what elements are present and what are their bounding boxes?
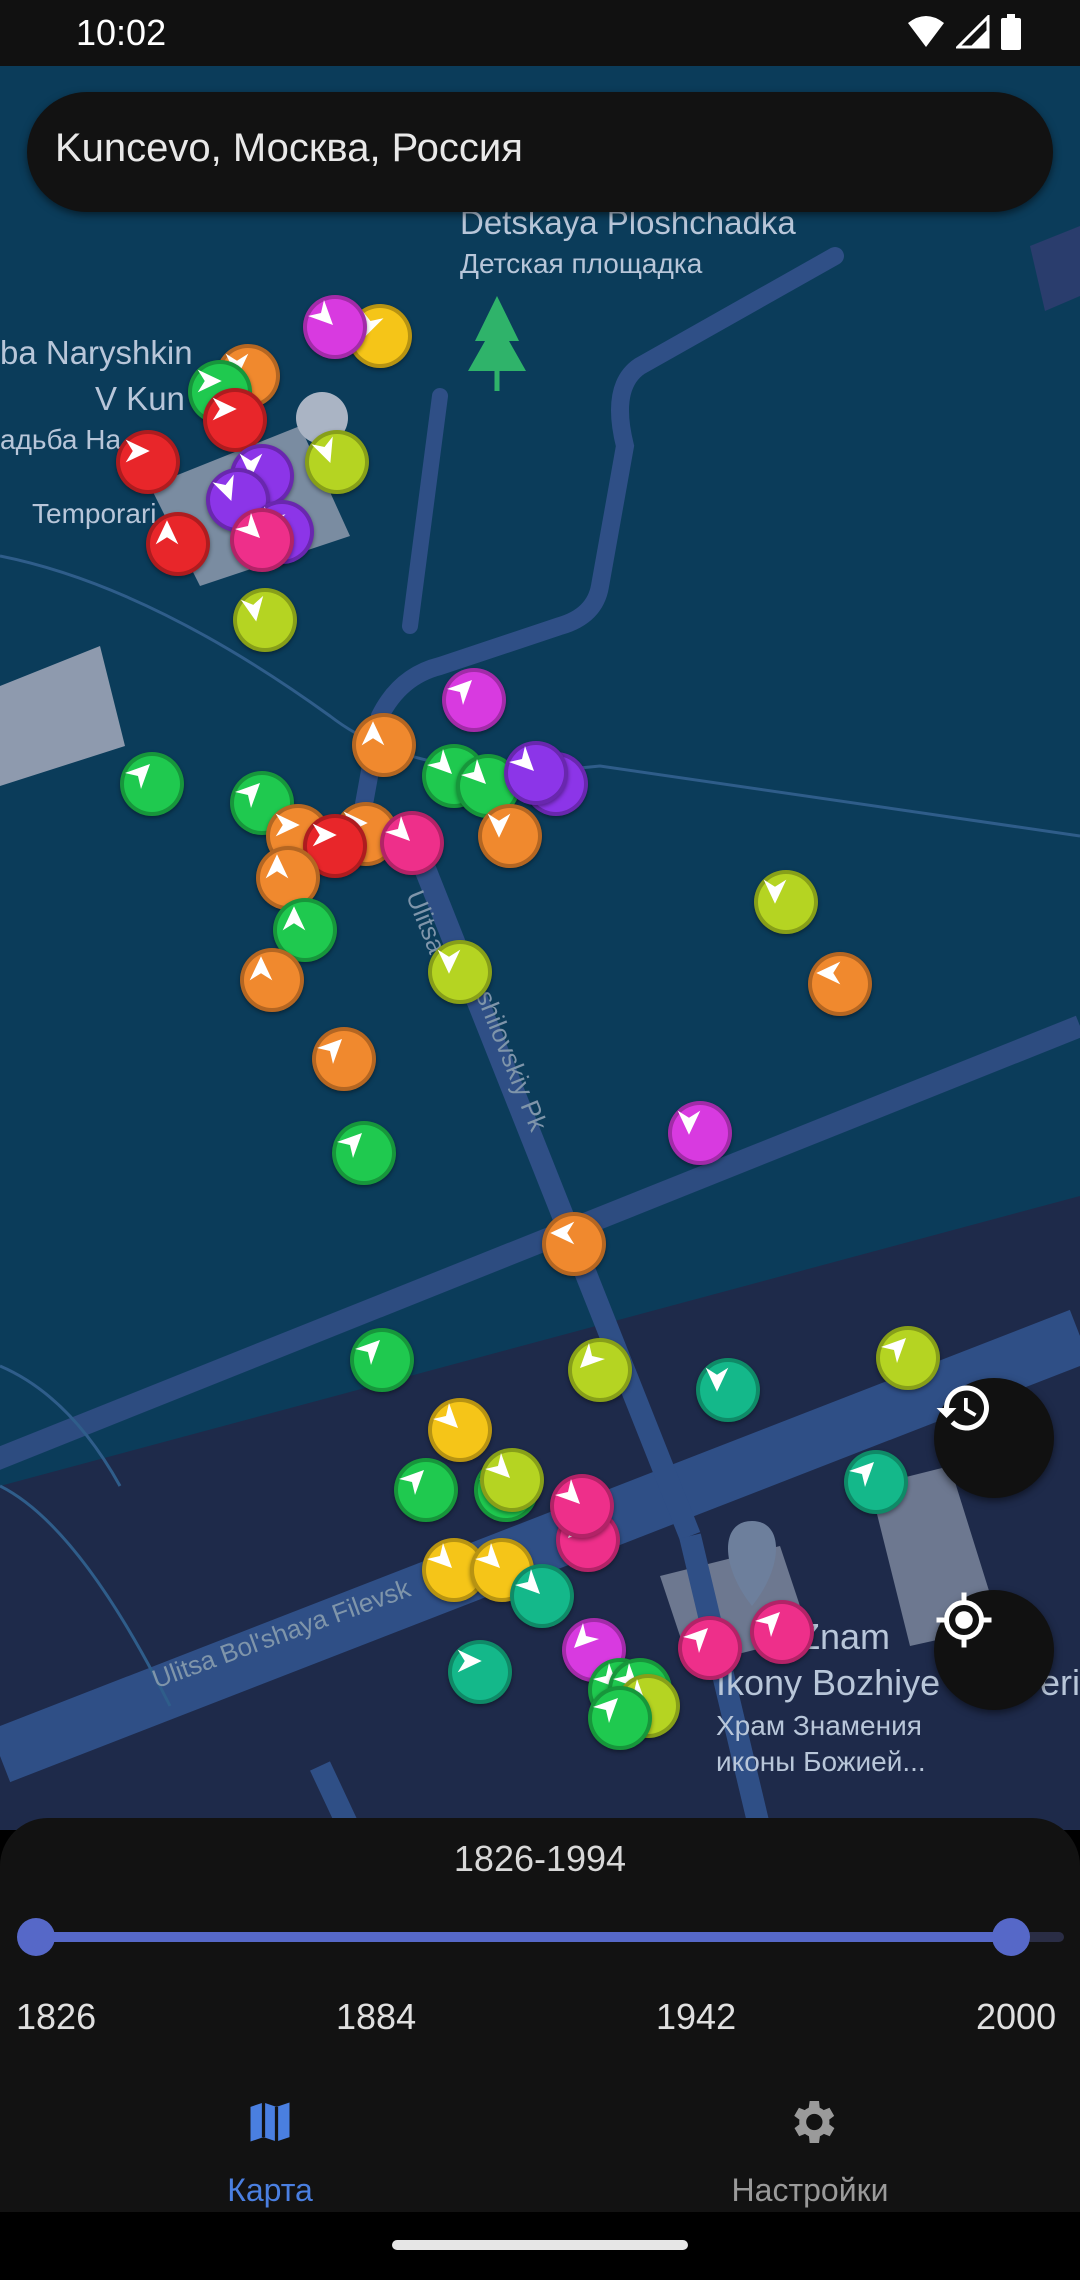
map-marker[interactable] [808,952,872,1016]
tick-label-3: 1942 [656,1996,737,2037]
map-marker[interactable] [305,430,369,494]
map-marker[interactable] [394,1458,458,1522]
map-label-estate-1: ba Naryshkin [0,334,193,371]
slider-thumb-start[interactable] [17,1918,55,1956]
nav-item-map[interactable]: Карта [0,2080,540,2212]
arrow-icon [265,854,289,879]
status-bar: 10:02 [0,0,1080,66]
map-marker[interactable] [844,1450,908,1514]
arrow-icon [705,1367,729,1392]
map-marker[interactable] [678,1616,742,1680]
tick-label-4: 2000 [976,1996,1057,2037]
map-marker[interactable] [696,1358,760,1422]
arrow-icon [125,439,150,463]
search-query[interactable]: Kuncevo, Москва, Россия [55,126,523,171]
map-label-church-ru-2: иконы Божией... [716,1746,926,1777]
map-marker[interactable] [448,1640,512,1704]
arrow-icon [816,961,841,985]
map-marker[interactable] [120,752,184,816]
gear-icon [794,2101,835,2143]
arrow-icon [677,1110,701,1135]
arrow-icon [312,823,337,847]
history-button[interactable] [934,1378,1054,1498]
map-marker[interactable] [116,430,180,494]
system-nav-bar [0,2212,1080,2280]
map-marker[interactable] [876,1326,940,1390]
timeline-panel: 1826-1994 1826 1884 1942 2000 [0,1818,1080,2080]
arrow-icon [212,397,237,421]
my-location-button[interactable] [934,1590,1054,1710]
status-time: 10:02 [76,12,167,53]
home-indicator[interactable] [392,2240,688,2250]
arrow-icon [437,949,461,974]
map-label-estate-3: адьба На [0,424,122,455]
map-marker[interactable] [428,940,492,1004]
map-marker[interactable] [428,1398,492,1462]
map-marker[interactable] [668,1101,732,1165]
map-marker[interactable] [588,1686,652,1750]
map-view[interactable]: Detskaya Ploshchadka Детская площадка ba… [0,66,1080,1830]
map-marker[interactable] [568,1338,632,1402]
map-marker[interactable] [754,870,818,934]
map-marker[interactable] [504,741,568,805]
map-marker[interactable] [750,1600,814,1664]
range-label: 1826-1994 [453,1838,627,1879]
arrow-icon [763,879,787,904]
slider-active-range [36,1932,1012,1942]
map-icon [250,2102,290,2142]
tick-label-1: 1826 [16,1996,97,2037]
map-marker[interactable] [510,1564,574,1628]
tick-label-2: 1884 [336,1996,417,2037]
map-label-estate-2: V Kun [95,380,185,417]
arrow-icon [550,1221,575,1245]
nav-label-settings: Настройки [731,2172,889,2208]
map-marker[interactable] [380,811,444,875]
signal-icon [956,15,990,49]
arrow-icon [240,595,264,622]
nav-item-settings[interactable]: Настройки [540,2080,1080,2212]
battery-icon [1001,14,1021,50]
map-marker[interactable] [312,1027,376,1091]
arrow-icon [282,906,306,931]
map-label-church-ru-1: Храм Знамения [716,1710,922,1741]
arrow-icon [155,520,179,545]
history-icon [936,1385,989,1431]
search-bar[interactable]: Kuncevo, Москва, Россия [27,92,1053,212]
slider-thumb-end[interactable] [992,1918,1031,1956]
map-marker[interactable] [146,512,210,576]
map-marker[interactable] [350,1328,414,1392]
arrow-icon [457,1649,482,1673]
map-marker[interactable] [480,1448,544,1512]
map-label-temporary: Temporari [32,498,157,529]
bottom-nav: Карта Настройки [0,2080,1080,2212]
arrow-icon [487,813,511,838]
map-marker[interactable] [332,1121,396,1185]
map-marker[interactable] [352,713,416,777]
map-marker[interactable] [233,588,297,652]
nav-label-map: Карта [227,2172,313,2208]
map-marker[interactable] [203,388,267,452]
map-marker[interactable] [240,948,304,1012]
map-marker[interactable] [478,804,542,868]
status-icons [906,14,1022,50]
map-marker[interactable] [230,508,294,572]
map-marker[interactable] [303,295,367,359]
arrow-icon [275,813,300,837]
map-marker[interactable] [550,1474,614,1538]
map-marker[interactable] [542,1212,606,1276]
map-label-church-en-2: Ikony Bozhiye [716,1662,941,1703]
map-marker[interactable] [442,668,506,732]
map-label-park-ru: Детская площадка [460,248,703,279]
arrow-icon [361,721,385,746]
my-location-icon [936,1592,992,1648]
wifi-icon [908,16,944,47]
arrow-icon [249,956,273,981]
